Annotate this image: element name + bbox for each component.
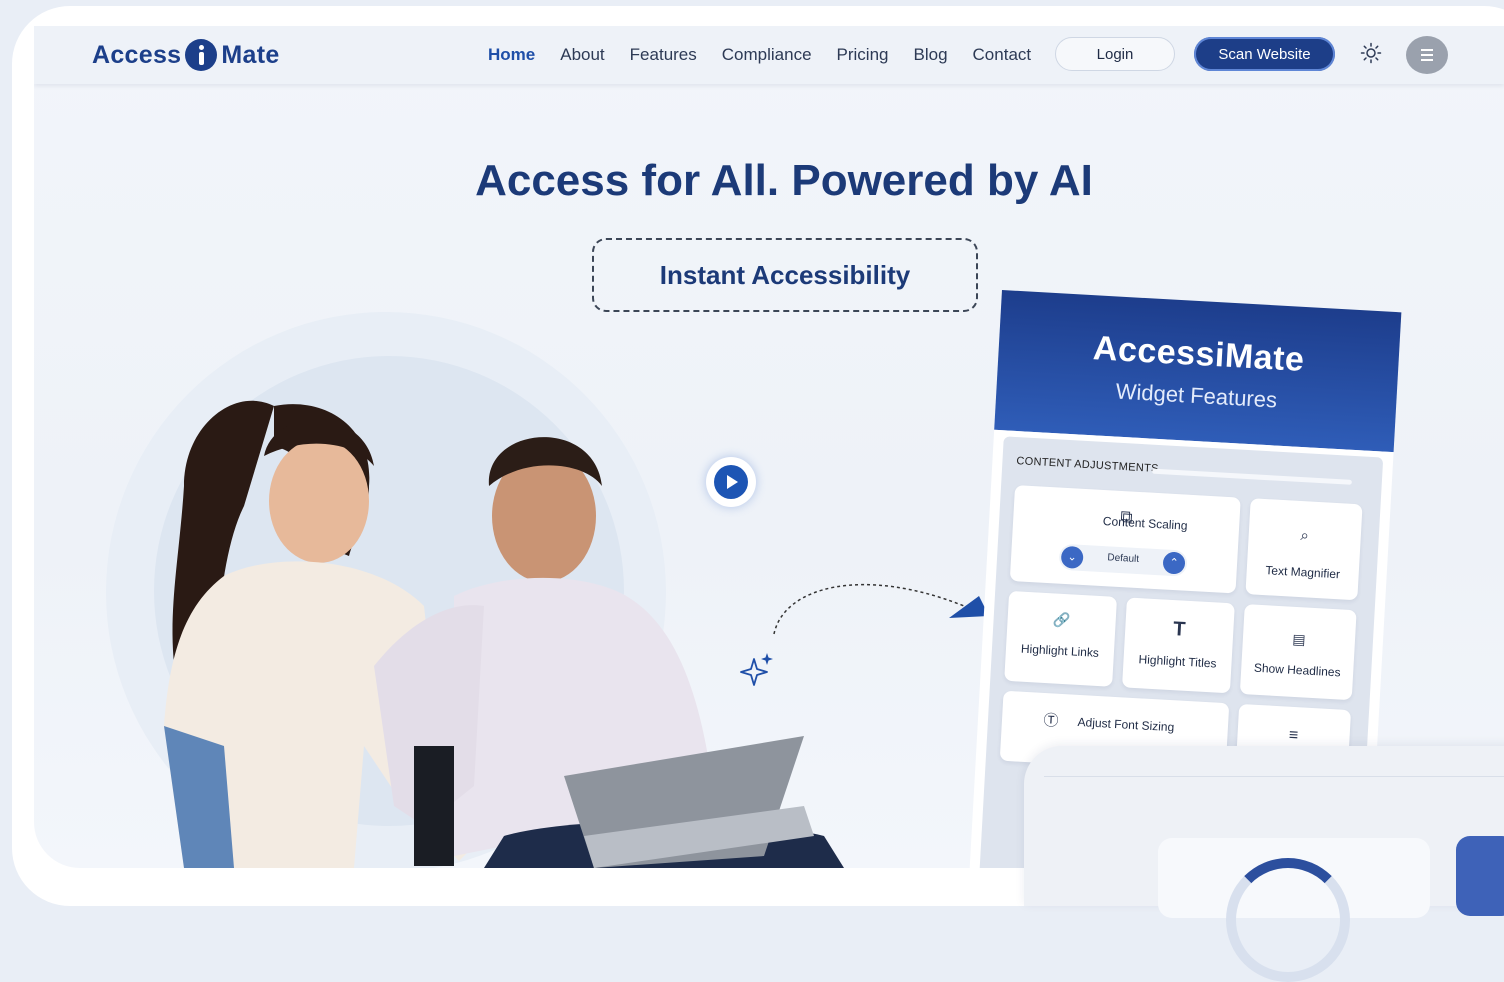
hero-title: Access for All. Powered by AI: [475, 156, 1093, 205]
play-video-button[interactable]: [706, 457, 756, 507]
sparkle-icon: [740, 653, 773, 686]
hamburger-menu-icon[interactable]: [1406, 36, 1448, 74]
dashed-arrow-icon: [773, 583, 989, 635]
highlight-titles-label: Highlight Titles: [1138, 652, 1217, 671]
increase-scaling-button[interactable]: ⌃: [1162, 551, 1186, 575]
progress-ring: [1226, 858, 1350, 982]
login-button[interactable]: Login: [1055, 37, 1175, 71]
widget-header: AccessiMate Widget Features: [994, 290, 1402, 453]
logo-info-icon: [185, 39, 218, 71]
page: Access Mate Home About Features Complian…: [34, 26, 1504, 868]
link-icon: 🔗: [1052, 611, 1071, 629]
content-adjustments-label: CONTENT ADJUSTMENTS: [1016, 455, 1159, 476]
site-header: Access Mate Home About Features Complian…: [34, 26, 1504, 84]
show-headlines-card[interactable]: ▤ Show Headlines: [1239, 604, 1357, 701]
panel-divider: [1044, 776, 1504, 777]
content-scaling-card[interactable]: ⧉ Content Scaling ⌄ Default ⌃: [1009, 485, 1241, 594]
magnifier-icon: ⌕: [1300, 527, 1310, 545]
secondary-preview-panel: [1024, 746, 1504, 982]
title-t-icon: T: [1172, 618, 1187, 641]
show-headlines-label: Show Headlines: [1253, 660, 1341, 680]
play-icon: [714, 465, 748, 499]
nav-home[interactable]: Home: [488, 45, 535, 65]
nav-features[interactable]: Features: [630, 45, 697, 65]
sun-icon[interactable]: [1360, 42, 1382, 64]
highlight-titles-card[interactable]: T Highlight Titles: [1122, 597, 1235, 694]
nav-blog[interactable]: Blog: [914, 45, 948, 65]
nav-about[interactable]: About: [560, 45, 604, 65]
logo[interactable]: Access Mate: [92, 38, 280, 72]
highlight-links-label: Highlight Links: [1020, 641, 1100, 660]
instant-accessibility-badge: Instant Accessibility: [592, 238, 978, 312]
logo-text-right: Mate: [221, 40, 280, 69]
section-divider: [1151, 468, 1352, 485]
nav-compliance[interactable]: Compliance: [722, 45, 812, 65]
scan-website-button[interactable]: Scan Website: [1194, 37, 1335, 71]
nav-contact[interactable]: Contact: [973, 45, 1032, 65]
main-nav: Home About Features Compliance Pricing B…: [488, 26, 1056, 84]
logo-text-left: Access: [92, 40, 182, 69]
text-magnifier-card[interactable]: ⌕ Text Magnifier: [1245, 498, 1363, 601]
panel-card-accent: [1456, 836, 1504, 916]
nav-pricing[interactable]: Pricing: [837, 45, 889, 65]
headlines-icon: ▤: [1291, 630, 1307, 648]
align-center-icon: ≡: [1288, 726, 1299, 745]
content-scaling-stepper: ⌄ Default ⌃: [1058, 543, 1188, 577]
text-magnifier-label: Text Magnifier: [1265, 563, 1341, 582]
highlight-links-card[interactable]: 🔗 Highlight Links: [1004, 590, 1118, 687]
